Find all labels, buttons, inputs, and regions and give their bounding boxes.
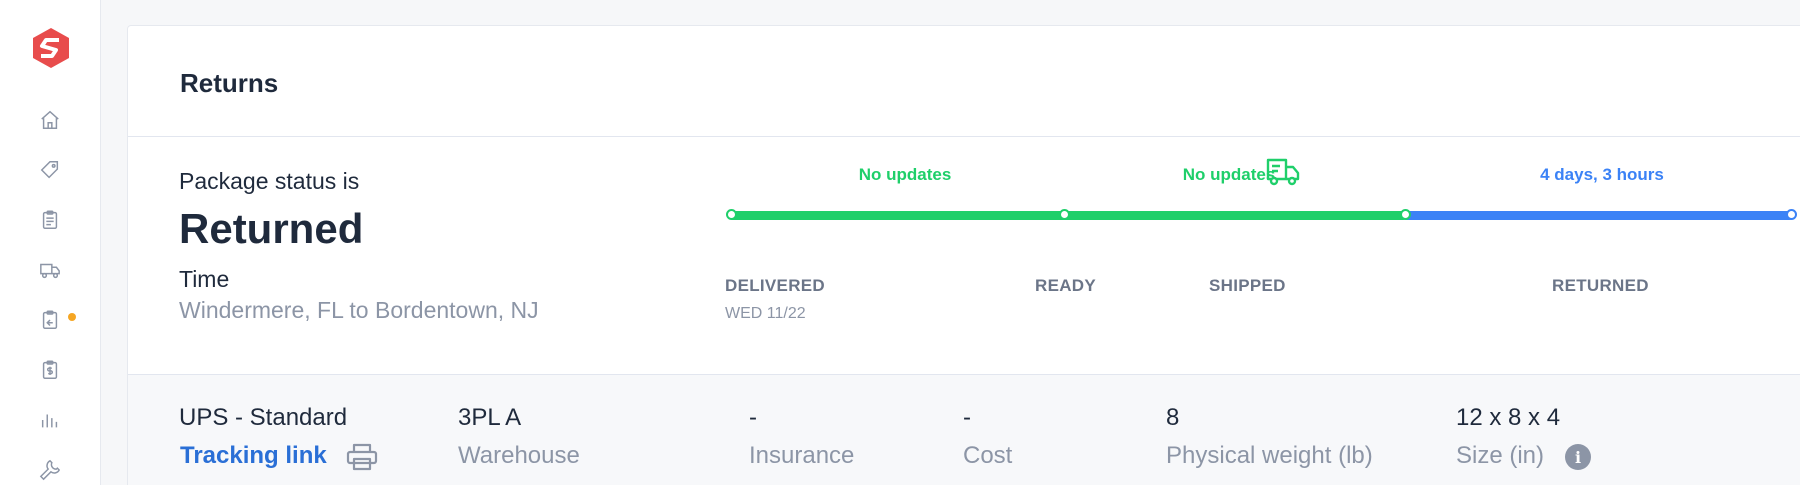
route-text: Windermere, FL to Bordentown, NJ <box>179 297 539 323</box>
timeline-node-shipped <box>1400 209 1411 220</box>
stage-returned: RETURNED <box>1552 276 1649 295</box>
size-label: Size (in) <box>1456 442 1545 469</box>
insurance-label: Insurance <box>749 442 855 469</box>
billing-icon[interactable] <box>37 357 63 383</box>
status-value: Returned <box>179 205 364 252</box>
weight-label: Physical weight (lb) <box>1166 442 1373 469</box>
truck-icon[interactable] <box>37 257 63 283</box>
clipboard-icon[interactable] <box>37 207 63 233</box>
tracking-link[interactable]: Tracking link <box>180 442 327 470</box>
printer-icon[interactable] <box>346 442 378 472</box>
weight-value: 8 <box>1166 404 1180 431</box>
info-icon[interactable]: i <box>1565 444 1591 470</box>
wrench-icon[interactable] <box>37 457 63 483</box>
timeline-node-delivered <box>726 209 737 220</box>
stage-shipped: SHIPPED <box>1209 276 1286 295</box>
timeline-progress-active <box>1402 211 1794 220</box>
logo-icon[interactable] <box>29 26 73 70</box>
tag-icon[interactable] <box>37 157 63 183</box>
insurance-value: - <box>749 404 757 431</box>
timeline-node-returned <box>1786 209 1797 220</box>
timeline-update-2: No updates <box>1182 165 1276 184</box>
notification-dot <box>68 313 76 321</box>
carrier-value: UPS - Standard <box>179 404 348 431</box>
page-title: Returns <box>180 68 279 98</box>
warehouse-label: Warehouse <box>458 442 580 469</box>
timeline-node-ready <box>1059 209 1070 220</box>
delivered-date: WED 11/22 <box>725 305 806 322</box>
truck-icon <box>1266 157 1300 187</box>
returns-icon[interactable] <box>37 307 63 333</box>
stage-ready: READY <box>1035 276 1097 295</box>
cost-label: Cost <box>963 442 1013 469</box>
timeline-update-1: No updates <box>858 165 952 184</box>
status-label: Package status is <box>179 168 360 194</box>
size-value: 12 x 8 x 4 <box>1456 404 1561 431</box>
time-label: Time <box>179 266 230 292</box>
cost-value: - <box>963 404 971 431</box>
chart-icon[interactable] <box>37 407 63 433</box>
card-header: Returns <box>128 26 1800 137</box>
home-icon[interactable] <box>37 107 63 133</box>
warehouse-value: 3PL A <box>458 404 522 431</box>
sidebar <box>0 0 101 485</box>
stage-delivered: DELIVERED <box>725 276 825 295</box>
timeline-update-3: 4 days, 3 hours <box>1540 165 1664 184</box>
